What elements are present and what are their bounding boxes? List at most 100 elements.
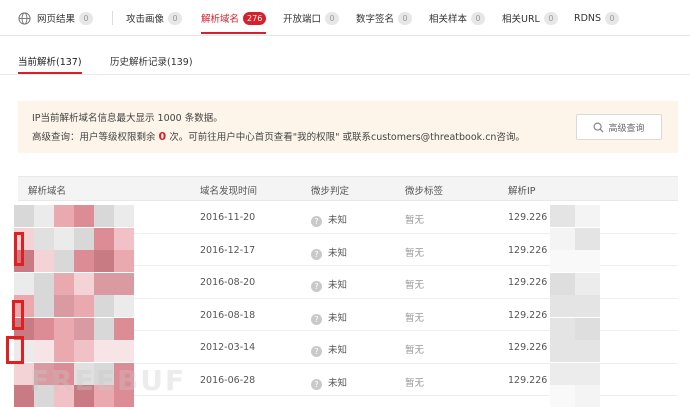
- mosaic-tile: [94, 340, 114, 362]
- verdict: ? 未知: [311, 375, 347, 390]
- resolved-ip[interactable]: 129.226: [508, 375, 547, 386]
- notice-banner: IP当前解析域名信息最大显示 1000 条数据。 高级查询：用户等级权限剩余 0…: [18, 101, 678, 153]
- mosaic-tile: [54, 295, 74, 317]
- annotation-box: [6, 336, 24, 364]
- count-badge: 0: [79, 11, 94, 25]
- mosaic-tile: [575, 272, 600, 295]
- discovery-date: 2016-08-20: [200, 277, 256, 288]
- mosaic-tile: [34, 295, 54, 317]
- remaining-count: 0: [158, 130, 167, 143]
- mosaic-tile: [575, 250, 600, 272]
- mosaic-tile: [550, 227, 575, 250]
- advanced-query-button[interactable]: 高级查询: [576, 114, 662, 140]
- mosaic-tile: [54, 227, 74, 250]
- watermark-text: FREEBUF: [30, 364, 187, 397]
- notice-text: 次。可前往用户中心首页查看"我的权限" 或联系customers@threatb…: [169, 132, 525, 143]
- mosaic-tile: [575, 362, 600, 385]
- discovery-date: 2012-03-14: [200, 342, 256, 353]
- mosaic-tile: [114, 227, 134, 250]
- column-header[interactable]: 域名发现时间: [200, 183, 257, 197]
- tab-related-samples[interactable]: 相关样本 0: [429, 0, 486, 36]
- mosaic-tile: [94, 272, 114, 295]
- mosaic-tile: [114, 272, 134, 295]
- question-icon: ?: [311, 378, 322, 390]
- column-header[interactable]: 解析IP: [508, 183, 536, 197]
- mosaic-tile: [74, 250, 94, 272]
- mosaic-tile: [550, 362, 575, 385]
- resolved-ip[interactable]: 129.226: [508, 342, 547, 353]
- verdict-label: 未知: [328, 312, 348, 324]
- redacted-ip-mosaic: [550, 205, 600, 407]
- resolved-ip[interactable]: 129.226: [508, 245, 547, 256]
- annotation-box: [12, 300, 24, 330]
- resolved-ip[interactable]: 129.226: [508, 212, 547, 223]
- tag: 暂无: [405, 280, 425, 291]
- mosaic-tile: [550, 317, 575, 340]
- count-badge: 276: [243, 11, 267, 25]
- mosaic-tile: [54, 250, 74, 272]
- column-header[interactable]: 解析域名: [28, 183, 66, 197]
- discovery-date: 2016-06-28: [200, 374, 256, 386]
- mosaic-tile: [550, 272, 575, 295]
- mosaic-tile: [550, 250, 575, 272]
- resolved-ip[interactable]: 129.226: [508, 277, 547, 288]
- tab-rdns[interactable]: RDNS 0: [574, 0, 620, 36]
- button-label: 高级查询: [608, 123, 645, 134]
- verdict: ? 未知: [311, 310, 347, 325]
- mosaic-tile: [575, 385, 600, 407]
- tag: 暂无: [405, 215, 425, 226]
- verdict: ? 未知: [311, 342, 347, 357]
- mosaic-tile: [74, 295, 94, 317]
- mosaic-tile: [74, 340, 94, 362]
- mosaic-tile: [575, 317, 600, 340]
- tab-attack-profile[interactable]: 攻击画像 0: [126, 0, 183, 36]
- tab-related-url[interactable]: 相关URL 0: [502, 0, 558, 36]
- mosaic-tile: [575, 295, 600, 317]
- mosaic-tile: [575, 205, 600, 227]
- notice-line-1: IP当前解析域名信息最大显示 1000 条数据。: [32, 113, 223, 124]
- tab-web-results[interactable]: 网页结果 0: [18, 0, 94, 36]
- subtab-history-resolution[interactable]: 历史解析记录(139): [110, 56, 193, 74]
- mosaic-tile: [550, 205, 575, 227]
- discovery-date: 2016-12-17: [200, 244, 256, 256]
- verdict: ? 未知: [311, 277, 347, 292]
- subtab-current-resolution[interactable]: 当前解析(137): [18, 56, 82, 74]
- mosaic-tile: [550, 385, 575, 407]
- tab-label: 解析域名: [201, 14, 240, 25]
- tab-open-ports[interactable]: 开放端口 0: [283, 0, 340, 36]
- tab-digital-signature[interactable]: 数字签名 0: [356, 0, 413, 36]
- column-header[interactable]: 微步标签: [405, 183, 443, 197]
- top-tab-bar: 网页结果 0 攻击画像 0 解析域名 276 开放端口 0 数字签名 0 相关样…: [0, 0, 690, 36]
- tab-label: 数字签名: [356, 14, 395, 25]
- count-badge: 0: [543, 11, 558, 25]
- notice-text: 高级查询：用户等级权限剩余: [32, 132, 156, 143]
- mosaic-tile: [114, 250, 134, 272]
- count-badge: 0: [471, 11, 486, 25]
- mosaic-tile: [94, 227, 114, 250]
- resolved-ip[interactable]: 129.226: [508, 310, 547, 321]
- mosaic-tile: [74, 317, 94, 340]
- mosaic-tile: [34, 250, 54, 272]
- question-icon: ?: [311, 248, 322, 260]
- mosaic-tile: [575, 340, 600, 362]
- mosaic-tile: [94, 250, 114, 272]
- discovery-date: 2016-08-18: [200, 309, 256, 321]
- mosaic-tile: [550, 340, 575, 362]
- mosaic-tile: [94, 317, 114, 340]
- mosaic-tile: [74, 227, 94, 250]
- tab-label: RDNS: [574, 12, 602, 24]
- mosaic-tile: [34, 317, 54, 340]
- question-icon: ?: [311, 216, 322, 227]
- divider: [0, 74, 690, 75]
- count-badge: 0: [325, 11, 340, 25]
- mosaic-tile: [550, 295, 575, 317]
- verdict-label: 未知: [328, 345, 348, 356]
- mosaic-tile: [14, 205, 34, 227]
- question-icon: ?: [311, 346, 322, 357]
- mosaic-tile: [54, 205, 74, 227]
- verdict: ? 未知: [311, 212, 347, 227]
- divider: [112, 11, 113, 25]
- column-header[interactable]: 微步判定: [311, 183, 349, 197]
- tab-label: 攻击画像: [126, 14, 165, 25]
- tab-resolved-domains[interactable]: 解析域名 276: [201, 0, 267, 36]
